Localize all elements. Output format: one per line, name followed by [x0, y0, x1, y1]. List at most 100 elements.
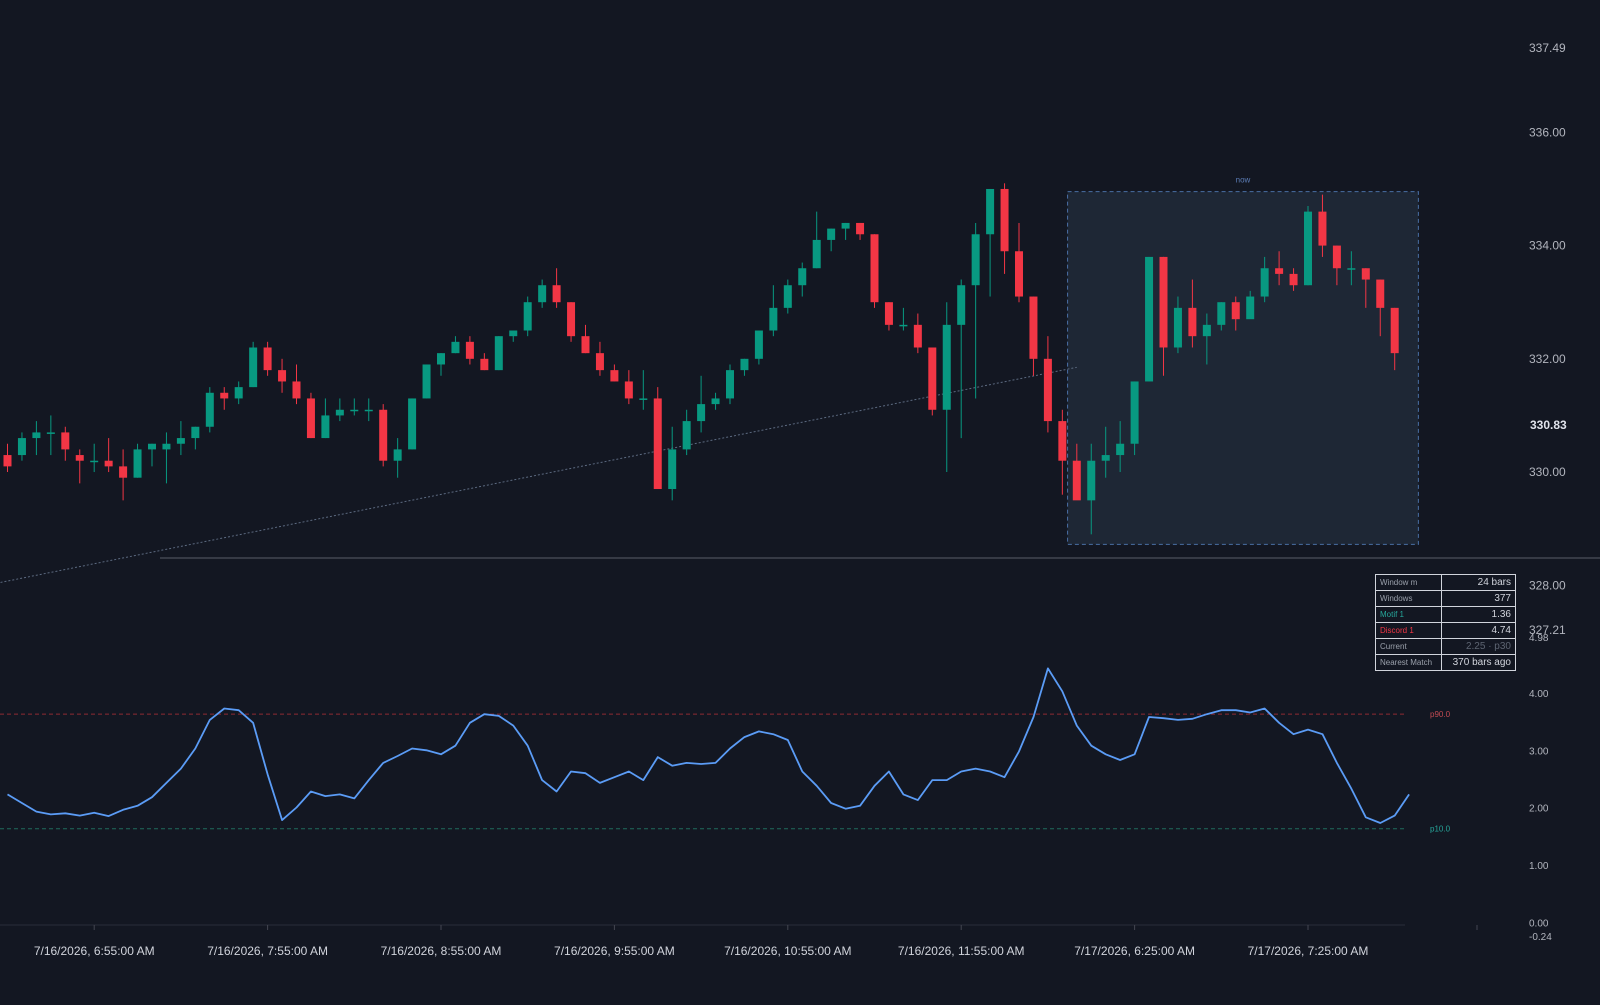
candle	[206, 387, 214, 432]
candle	[726, 364, 734, 404]
stats-value: 4.74	[1442, 623, 1516, 639]
candle	[972, 223, 980, 399]
candle-body	[697, 404, 705, 421]
profile-tick-label: -0.24	[1529, 932, 1552, 943]
current-price-label: 330.83	[1530, 418, 1567, 432]
candle-body	[47, 432, 55, 434]
time-tick-label: 7/16/2026, 8:55:00 AM	[381, 944, 502, 958]
candle	[596, 342, 604, 376]
candle	[76, 449, 84, 483]
candle	[32, 421, 40, 455]
candle	[365, 398, 373, 421]
candle-body	[336, 410, 344, 416]
candle	[683, 410, 691, 455]
candle-body	[1001, 189, 1009, 251]
price-pane: now	[1, 176, 1600, 583]
candle-body	[206, 393, 214, 427]
profile-tick-label: 2.00	[1529, 804, 1549, 815]
candle	[90, 444, 98, 472]
candle-body	[827, 229, 835, 240]
candle-body	[1347, 268, 1355, 270]
chart-canvas[interactable]: now p90.0 p10.0 337.49336.00334.00332.00…	[0, 0, 1600, 1000]
candle	[697, 376, 705, 433]
candle-body	[972, 234, 980, 285]
stats-key: Discord 1	[1376, 623, 1442, 639]
candle-body	[1073, 461, 1081, 501]
stats-key: Windows	[1376, 591, 1442, 607]
price-axis[interactable]: 337.49336.00334.00332.00330.00328.00327.…	[1529, 41, 1567, 637]
candle	[321, 398, 329, 438]
candle-body	[321, 415, 329, 438]
candle-body	[553, 285, 561, 302]
candle	[1029, 297, 1037, 376]
time-tick-label: 7/16/2026, 7:55:00 AM	[207, 944, 328, 958]
time-tick-label: 7/17/2026, 6:25:00 AM	[1074, 944, 1195, 958]
profile-axis[interactable]: 4.984.003.002.001.000.00-0.24	[1529, 633, 1552, 943]
candle	[827, 229, 835, 252]
trend-line	[1, 367, 1077, 582]
candle	[451, 336, 459, 353]
candle-body	[1102, 455, 1110, 461]
candle	[278, 359, 286, 393]
candle	[336, 398, 344, 421]
chart-stage: now p90.0 p10.0 337.49336.00334.00332.00…	[0, 0, 1600, 1000]
candle	[18, 432, 26, 460]
price-tick-label: 337.49	[1529, 41, 1566, 55]
candle-body	[220, 393, 228, 399]
stats-key: Motif 1	[1376, 607, 1442, 623]
candle-body	[740, 359, 748, 370]
price-tick-label: 328.00	[1529, 578, 1566, 592]
candle	[639, 370, 647, 410]
candle	[480, 353, 488, 370]
candle	[871, 234, 879, 308]
candle-body	[784, 285, 792, 308]
candle-body	[408, 398, 416, 449]
candle	[668, 427, 676, 501]
stats-value: 1.36	[1442, 607, 1516, 623]
candle	[1044, 336, 1052, 432]
profile-tick-label: 1.00	[1529, 861, 1549, 872]
candle-body	[119, 466, 127, 477]
candle	[61, 427, 69, 461]
candle-body	[394, 449, 402, 460]
candle-body	[1232, 302, 1240, 319]
candle-body	[1145, 257, 1153, 382]
candle	[4, 444, 12, 472]
candle-body	[1376, 280, 1384, 308]
profile-tick-label: 4.98	[1529, 633, 1549, 644]
profile-tick-label: 3.00	[1529, 746, 1549, 757]
candle-body	[712, 398, 720, 404]
candle	[264, 342, 272, 376]
time-axis[interactable]: 7/16/2026, 6:55:00 AM7/16/2026, 7:55:00 …	[34, 925, 1477, 958]
candle-body	[278, 370, 286, 381]
candle	[784, 280, 792, 314]
candle-body	[899, 325, 907, 327]
candle-body	[1391, 308, 1399, 353]
candle	[625, 370, 633, 404]
candle	[307, 393, 315, 438]
candle	[798, 263, 806, 297]
stats-row: Current2.25 · p30	[1376, 639, 1516, 655]
candle-body	[1304, 212, 1312, 286]
candle-body	[957, 285, 965, 325]
candle	[524, 297, 532, 337]
time-tick-label: 7/17/2026, 7:25:00 AM	[1248, 944, 1369, 958]
candle-body	[451, 342, 459, 353]
candle-body	[943, 325, 951, 410]
price-tick-label: 332.00	[1529, 352, 1566, 366]
candle-body	[379, 410, 387, 461]
candle-body	[423, 364, 431, 398]
candle	[712, 393, 720, 410]
candle-body	[856, 223, 864, 234]
candle-body	[32, 432, 40, 438]
candle	[538, 280, 546, 308]
candle	[842, 223, 850, 240]
candle-body	[1290, 274, 1298, 285]
candle-body	[1058, 421, 1066, 461]
candle-body	[928, 347, 936, 409]
candle	[191, 427, 199, 450]
candle-body	[798, 268, 806, 285]
candle	[423, 364, 431, 398]
candle-body	[509, 331, 517, 337]
stats-value: 370 bars ago	[1442, 655, 1516, 671]
